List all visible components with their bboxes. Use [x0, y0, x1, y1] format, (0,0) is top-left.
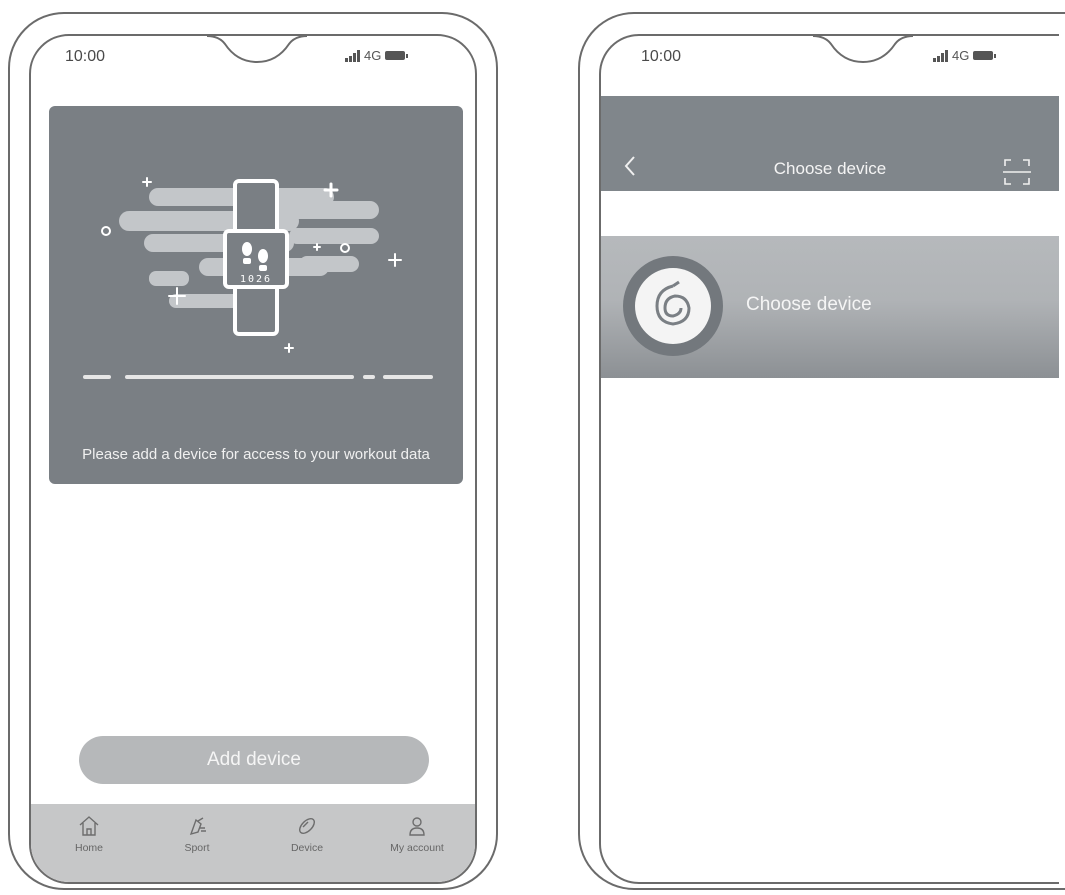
tab-my-account-label: My account — [390, 842, 444, 854]
tab-sport-label: Sport — [184, 842, 210, 854]
phone-screen: 10:00 4G 1026 Please add a device for ac… — [29, 34, 477, 884]
sport-icon — [189, 817, 206, 836]
network-label: 4G — [952, 48, 970, 63]
notch — [813, 36, 913, 64]
bottom-tab-bar: Home Sport Device My account — [31, 804, 475, 882]
tab-device-label: Device — [290, 842, 324, 854]
account-icon — [409, 817, 425, 836]
status-time: 10:00 — [641, 48, 682, 65]
home-icon — [79, 816, 99, 836]
page-title: Choose device — [773, 159, 887, 178]
tab-home-label: Home — [74, 842, 103, 854]
signal-icon — [933, 49, 948, 62]
tab-device[interactable]: Device — [267, 814, 347, 854]
phone-home-screen: 10:00 4G 1026 Please add a device for ac… — [8, 12, 498, 890]
tab-home[interactable]: Home — [49, 814, 129, 854]
tab-my-account[interactable]: My account — [377, 814, 457, 854]
add-device-banner: 1026 Please add a device for access to y… — [49, 106, 463, 484]
phone-screen: 10:00 4G Choose device Choose device — [599, 34, 1059, 884]
add-device-button[interactable]: Add device — [79, 736, 429, 784]
navigation-bar: Choose device — [601, 96, 1059, 191]
watch-display-text: 1026 — [240, 274, 272, 285]
tab-sport[interactable]: Sport — [157, 814, 237, 854]
status-time: 10:00 — [65, 48, 106, 65]
status-indicators: 4G — [933, 48, 997, 63]
status-indicators: 4G — [345, 48, 409, 63]
device-logo-icon — [623, 256, 723, 356]
banner-caption: Please add a device for access to your w… — [82, 446, 430, 463]
device-icon — [299, 818, 315, 834]
scan-icon[interactable] — [1001, 156, 1033, 188]
smartwatch-illustration: 1026 — [83, 177, 433, 379]
battery-icon — [385, 51, 409, 60]
network-label: 4G — [364, 48, 382, 63]
device-item-label: Choose device — [746, 294, 872, 315]
signal-icon — [345, 49, 360, 62]
notch — [207, 36, 307, 64]
battery-icon — [973, 51, 997, 60]
phone-choose-device-screen: 10:00 4G Choose device Choose device — [578, 12, 1065, 890]
device-list-item[interactable]: Choose device — [601, 236, 1059, 378]
